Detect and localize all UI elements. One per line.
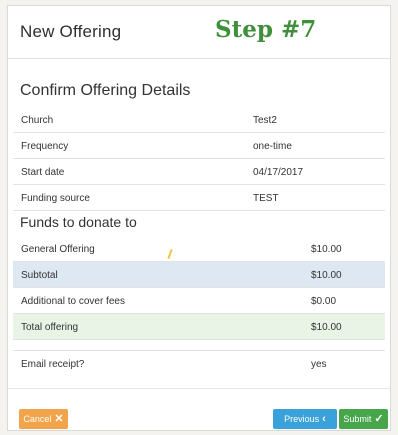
detail-row-start-date: Start date 04/17/2017	[13, 159, 385, 185]
detail-row-frequency: Frequency one-time	[13, 133, 385, 159]
detail-label: Frequency	[21, 141, 69, 152]
detail-label: Funding source	[21, 193, 90, 204]
fund-row-fees: Additional to cover fees $0.00	[13, 288, 385, 314]
email-receipt-label: Email receipt?	[21, 359, 85, 370]
fund-label: Additional to cover fees	[21, 296, 125, 307]
confirm-section-title: Confirm Offering Details	[20, 82, 191, 99]
chevron-left-icon: ‹	[322, 412, 326, 425]
previous-button-label: Previous	[284, 414, 320, 424]
email-receipt-row: Email receipt? yes	[13, 350, 385, 376]
card-header: New Offering Step #7	[8, 6, 390, 59]
detail-label: Start date	[21, 167, 65, 178]
detail-value: TEST	[253, 193, 279, 204]
fund-row-subtotal: Subtotal $10.00	[13, 262, 385, 288]
fund-label: General Offering	[21, 244, 95, 255]
submit-button[interactable]: Submit ✓	[339, 409, 388, 429]
footer-divider	[8, 388, 390, 389]
detail-value: one-time	[253, 141, 292, 152]
fund-label: Total offering	[21, 322, 79, 333]
fund-row-total: Total offering $10.00	[13, 314, 385, 340]
page-title: New Offering	[20, 22, 122, 41]
cancel-button-label: Cancel	[23, 414, 52, 424]
fund-value: $10.00	[311, 322, 342, 333]
fund-label: Subtotal	[21, 270, 58, 281]
fund-value: $10.00	[311, 244, 342, 255]
fund-row-general: General Offering $10.00	[13, 236, 385, 262]
submit-button-label: Submit	[343, 414, 372, 424]
fund-value: $10.00	[311, 270, 342, 281]
previous-button[interactable]: Previous ‹	[273, 409, 337, 429]
detail-row-funding-source: Funding source TEST	[13, 185, 385, 211]
detail-value: 04/17/2017	[253, 167, 304, 178]
detail-value: Test2	[253, 115, 277, 126]
step-label: Step #7	[215, 16, 317, 43]
check-icon: ✓	[374, 412, 384, 425]
cancel-button[interactable]: Cancel ✕	[19, 409, 68, 429]
x-icon: ✕	[54, 412, 64, 425]
funds-section-title: Funds to donate to	[20, 214, 137, 230]
detail-label: Church	[21, 115, 54, 126]
detail-row-church: Church Test2	[13, 107, 385, 133]
offering-card: New Offering Step #7 Confirm Offering De…	[7, 5, 391, 431]
fund-value: $0.00	[311, 296, 337, 307]
email-receipt-value: yes	[311, 359, 327, 370]
